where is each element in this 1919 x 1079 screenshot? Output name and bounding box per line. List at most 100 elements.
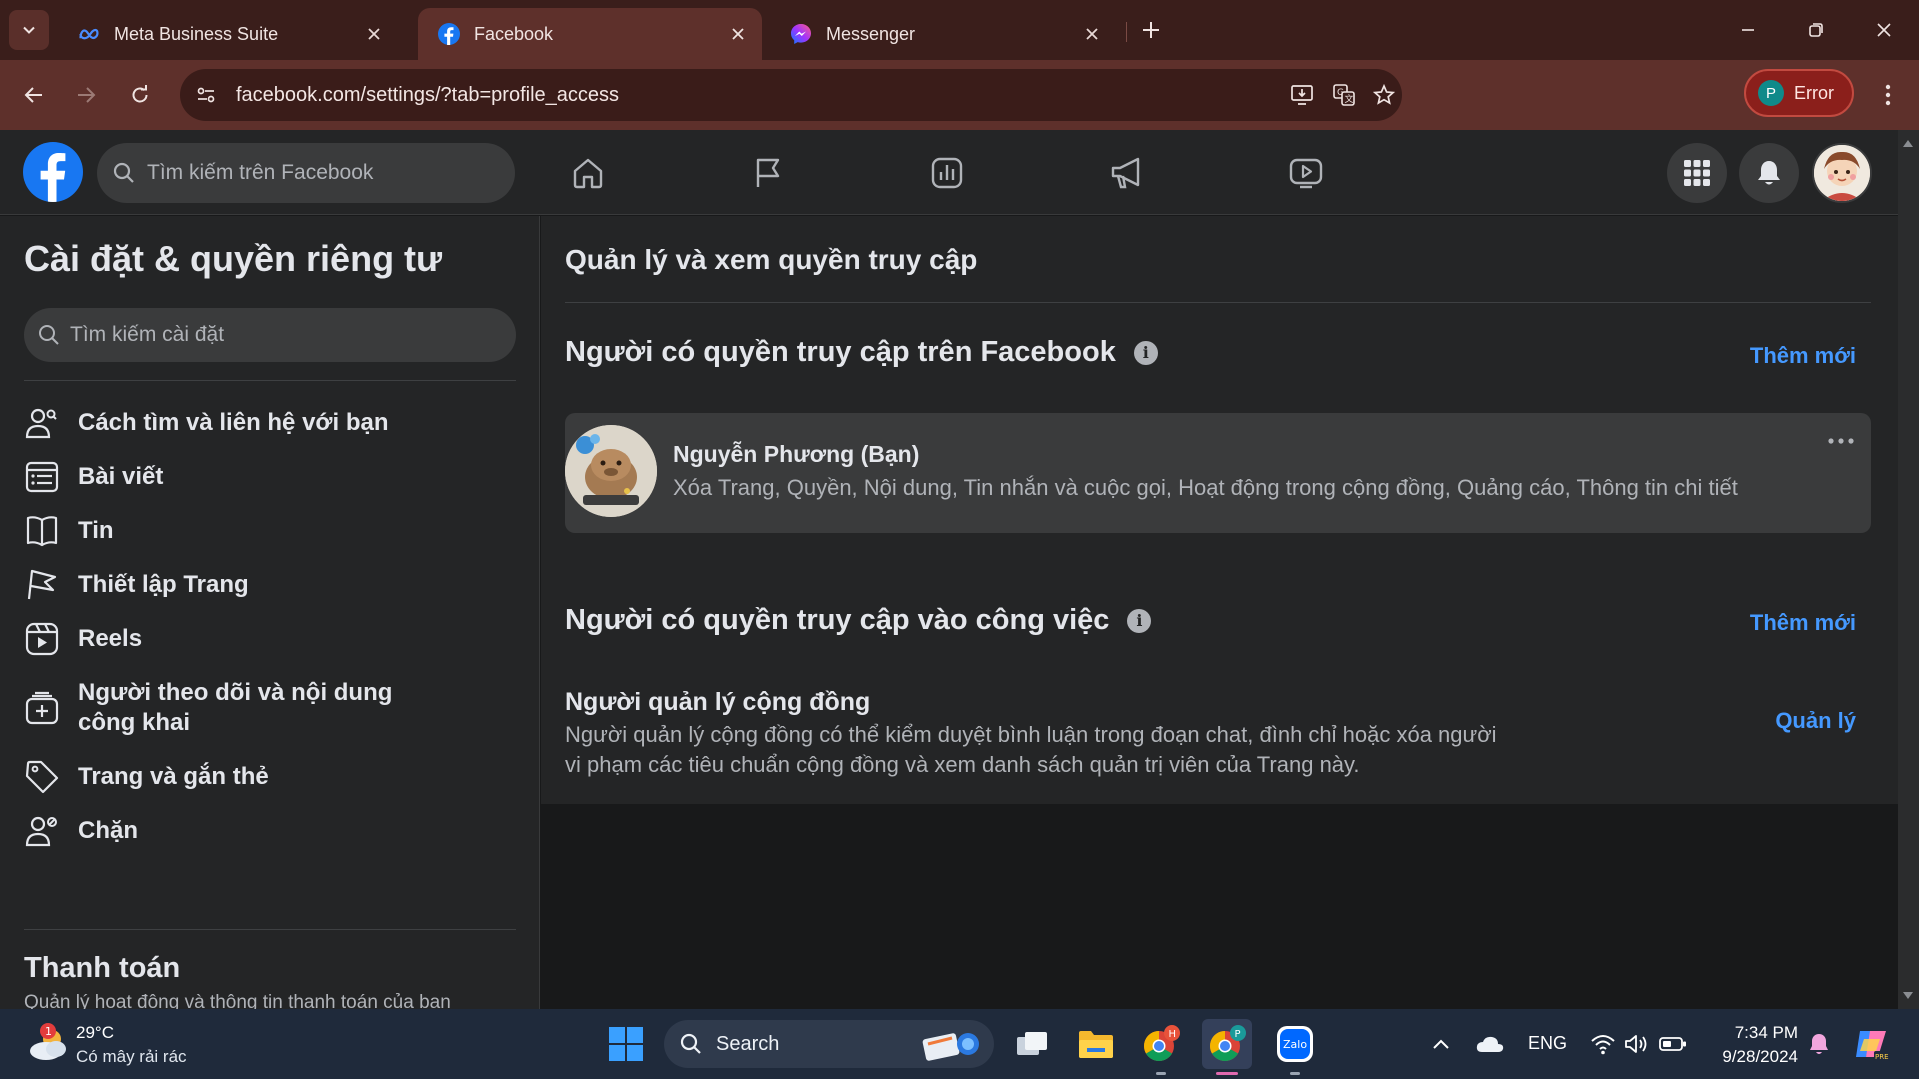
close-icon[interactable] xyxy=(1082,24,1102,44)
search-placeholder: Search xyxy=(716,1032,780,1055)
scroll-up-arrow[interactable] xyxy=(1903,140,1913,147)
facebook-search[interactable]: Tìm kiếm trên Facebook xyxy=(97,143,515,203)
section-title-facebook-access: Người có quyền truy cập trên Facebook i xyxy=(565,336,1158,369)
bookmark-star-icon[interactable] xyxy=(1364,75,1404,115)
reload-button[interactable] xyxy=(120,75,160,115)
grid-menu-icon xyxy=(1684,160,1710,186)
add-facebook-access-button[interactable]: Thêm mới xyxy=(1750,343,1856,369)
battery-button[interactable] xyxy=(1648,1019,1698,1069)
restore-button[interactable] xyxy=(1796,10,1836,50)
bell-icon xyxy=(1810,1034,1828,1054)
scroll-down-arrow[interactable] xyxy=(1903,992,1913,999)
cloud-sun-icon: 1 xyxy=(30,1023,66,1060)
manage-role-button[interactable]: Quản lý xyxy=(1775,708,1856,734)
new-tab-button[interactable] xyxy=(1133,12,1169,48)
translate-icon[interactable]: G文 xyxy=(1324,75,1364,115)
language-indicator[interactable]: ENG xyxy=(1528,1033,1567,1054)
zalo-button[interactable]: Zalo xyxy=(1270,1019,1320,1069)
person-name: Nguyễn Phương (Bạn) xyxy=(673,441,920,467)
more-options-button[interactable] xyxy=(1823,431,1859,451)
sidebar-item-tagging[interactable]: Trang và gắn thẻ xyxy=(24,752,524,802)
nav-video[interactable] xyxy=(1281,148,1331,198)
tab-messenger[interactable]: Messenger xyxy=(770,8,1116,60)
tab-meta-business-suite[interactable]: Meta Business Suite xyxy=(58,8,398,60)
browser-tab-bar: Meta Business Suite Facebook Messenger xyxy=(0,0,1919,60)
browser-toolbar: facebook.com/settings/?tab=profile_acces… xyxy=(0,60,1919,130)
search-icon xyxy=(39,325,59,345)
tab-title: Messenger xyxy=(826,23,916,44)
profile-avatar[interactable] xyxy=(1812,143,1872,203)
close-window-button[interactable] xyxy=(1864,10,1904,50)
bell-icon xyxy=(1758,161,1780,185)
info-icon[interactable]: i xyxy=(1127,608,1152,633)
onedrive-button[interactable] xyxy=(1465,1019,1515,1069)
more-horizontal-icon xyxy=(1828,438,1854,444)
close-icon xyxy=(1877,23,1891,37)
zalo-icon: Zalo xyxy=(1277,1026,1313,1062)
chrome-profile-p-button[interactable]: P xyxy=(1202,1019,1252,1069)
page-scrollbar[interactable] xyxy=(1898,130,1919,1009)
nav-insights[interactable] xyxy=(922,148,972,198)
forward-button[interactable] xyxy=(66,75,106,115)
windows-taskbar: 1 29°C Có mây rải rác Search H P Zalo EN… xyxy=(0,1009,1919,1079)
install-app-icon[interactable] xyxy=(1282,75,1322,115)
start-button[interactable] xyxy=(601,1019,651,1069)
close-icon[interactable] xyxy=(728,24,748,44)
cloud-icon xyxy=(1476,1036,1504,1052)
task-view-button[interactable] xyxy=(1007,1019,1057,1069)
browser-menu-button[interactable] xyxy=(1870,75,1906,115)
taskbar-search[interactable]: Search xyxy=(664,1020,994,1068)
running-indicator xyxy=(1290,1072,1300,1075)
site-info-icon[interactable] xyxy=(186,75,226,115)
sidebar-item-posts[interactable]: Bài viết xyxy=(24,452,524,502)
divider xyxy=(24,380,516,381)
file-explorer-button[interactable] xyxy=(1071,1019,1121,1069)
insights-icon xyxy=(931,157,963,189)
profile-button[interactable]: P Error xyxy=(1744,69,1854,117)
facebook-icon xyxy=(40,153,66,202)
notifications-button[interactable] xyxy=(1739,143,1799,203)
sidebar-item-label: Reels xyxy=(78,625,143,652)
search-highlight-icon xyxy=(922,1033,979,1061)
avatar: P xyxy=(1758,80,1784,106)
sidebar-item-find-contact[interactable]: Cách tìm và liên hệ với bạn xyxy=(24,398,524,448)
menu-button[interactable] xyxy=(1667,143,1727,203)
person-access-card[interactable]: Nguyễn Phương (Bạn) Xóa Trang, Quyền, Nộ… xyxy=(565,413,1871,533)
facebook-icon xyxy=(438,23,460,45)
info-icon[interactable]: i xyxy=(1133,340,1158,365)
add-task-access-button[interactable]: Thêm mới xyxy=(1750,610,1856,636)
show-hidden-icons-button[interactable] xyxy=(1416,1019,1466,1069)
system-clock[interactable]: 7:34 PM 9/28/2024 xyxy=(1700,1021,1798,1069)
copilot-button[interactable]: PRE xyxy=(1846,1019,1896,1069)
weather-widget[interactable]: 1 xyxy=(26,1021,72,1067)
sidebar-item-blocking[interactable]: Chặn xyxy=(24,806,524,856)
followers-icon xyxy=(24,690,60,726)
sidebar-item-page-setup[interactable]: Thiết lập Trang xyxy=(24,560,524,610)
video-icon xyxy=(1289,158,1323,189)
settings-search-input[interactable]: Tìm kiếm cài đặt xyxy=(24,308,516,362)
arrow-right-icon xyxy=(78,87,96,103)
notification-center-button[interactable] xyxy=(1794,1019,1844,1069)
nav-ads[interactable] xyxy=(1102,148,1152,198)
tab-facebook[interactable]: Facebook xyxy=(418,8,762,60)
close-icon[interactable] xyxy=(364,24,384,44)
nav-page[interactable] xyxy=(743,148,793,198)
sidebar-item-story[interactable]: Tin xyxy=(24,506,524,556)
megaphone-icon xyxy=(1111,157,1140,189)
person-permissions: Xóa Trang, Quyền, Nội dung, Tin nhắn và … xyxy=(673,475,1738,500)
section-title-payments: Thanh toán xyxy=(24,952,181,984)
page-title: Quản lý và xem quyền truy cập xyxy=(565,244,978,275)
sidebar-item-reels[interactable]: Reels xyxy=(24,614,524,664)
block-user-icon xyxy=(24,813,60,849)
weather-temperature: 29°C xyxy=(76,1023,114,1042)
sidebar-item-followers[interactable]: Người theo dõi và nội dung công khai xyxy=(24,668,524,748)
back-button[interactable] xyxy=(14,75,54,115)
weather-description: Có mây rải rác xyxy=(76,1047,187,1066)
avatar-image xyxy=(1814,145,1870,201)
minimize-button[interactable] xyxy=(1728,10,1768,50)
facebook-logo[interactable] xyxy=(23,142,83,202)
nav-home[interactable] xyxy=(563,148,613,198)
chrome-profile-h-button[interactable]: H xyxy=(1136,1019,1186,1069)
address-bar[interactable]: facebook.com/settings/?tab=profile_acces… xyxy=(180,69,1402,121)
tab-search-button[interactable] xyxy=(9,10,49,50)
